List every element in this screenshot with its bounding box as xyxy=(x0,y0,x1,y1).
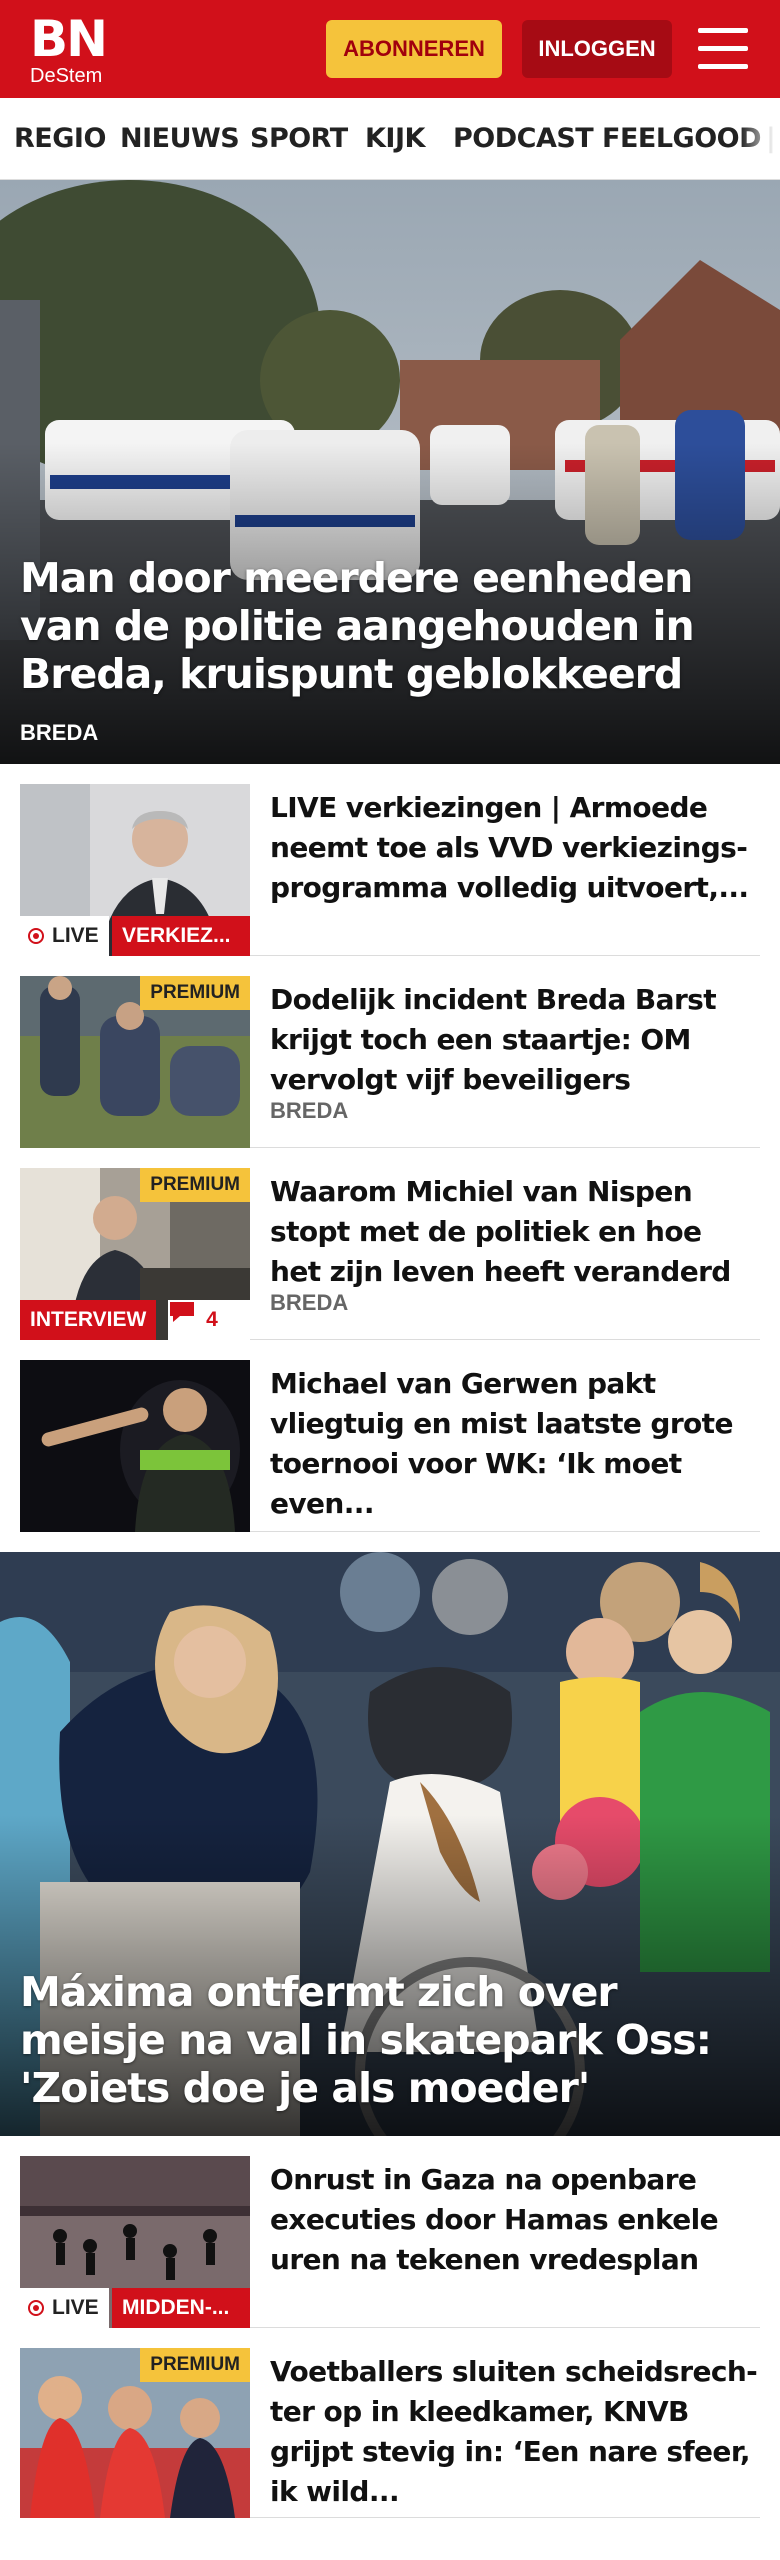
live-label: LIVE xyxy=(52,924,99,947)
logo-sub-text: DeStem xyxy=(30,65,103,87)
thumb-voetballers: PREMIUM xyxy=(20,2348,250,2518)
nav-item-kijk[interactable]: KIJK xyxy=(365,98,425,179)
hamburger-menu-icon[interactable] xyxy=(698,26,750,72)
subscribe-button[interactable]: ABONNEREN xyxy=(326,20,502,78)
live-dot-icon xyxy=(28,2300,44,2316)
teaser-title[interactable]: Dodelijk incident Breda Barst krijgt toc… xyxy=(270,980,760,1100)
live-dot-icon xyxy=(28,928,44,944)
thumb-van-nispen: PREMIUM INTERVIEW 4 xyxy=(20,1168,250,1340)
site-logo[interactable]: BN DeStem xyxy=(30,14,110,86)
article-teaser[interactable]: PREMIUM Voetballers sluiten scheidsrech-… xyxy=(20,2348,760,2518)
teaser-title[interactable]: Michael van Gerwen pakt vliegtuig en mis… xyxy=(270,1364,760,1524)
thumb-breda-barst: PREMIUM xyxy=(20,976,250,1148)
teaser-title[interactable]: Voetballers sluiten scheidsrech-ter op i… xyxy=(270,2352,760,2512)
live-indicator: LIVE xyxy=(20,916,109,956)
live-label: LIVE xyxy=(52,2296,99,2319)
thumb-image xyxy=(20,1360,250,1532)
comments-indicator[interactable]: 4 xyxy=(168,1300,250,1340)
teaser-title[interactable]: Waarom Michiel van Nispen stopt met de p… xyxy=(270,1172,760,1292)
teaser-title[interactable]: Onrust in Gaza na openbare executies doo… xyxy=(270,2160,760,2280)
login-button[interactable]: INLOGGEN xyxy=(522,20,672,78)
premium-badge: PREMIUM xyxy=(140,2348,250,2382)
nav-item-sport[interactable]: SPORT xyxy=(250,98,348,179)
teaser-region-tag: BREDA xyxy=(270,1290,349,1315)
nav-item-podcast[interactable]: PODCAST xyxy=(453,98,594,179)
hero-region-tag: BREDA xyxy=(20,720,99,745)
nav-item-nieuws[interactable]: NIEUWS xyxy=(120,98,240,179)
nav-item-feelgood[interactable]: FEELGOOD xyxy=(602,98,762,179)
live-indicator: LIVE xyxy=(20,2288,109,2328)
thumb-verkiezingen: LIVE VERKIEZ... xyxy=(20,784,250,956)
category-label: VERKIEZ... xyxy=(112,916,250,956)
logo-main-text: BN xyxy=(30,10,108,68)
thumb-van-gerwen xyxy=(20,1360,250,1532)
thumb-gaza: LIVE MIDDEN-... xyxy=(20,2156,250,2328)
nav-item-regio[interactable]: REGIO xyxy=(14,98,106,179)
comment-count: 4 xyxy=(206,1308,218,1331)
article-teaser[interactable]: Michael van Gerwen pakt vliegtuig en mis… xyxy=(20,1360,760,1532)
hero-title[interactable]: Man door meerdere eenheden van de politi… xyxy=(20,554,760,698)
comment-icon xyxy=(170,1302,194,1322)
teaser-region-tag: BREDA xyxy=(270,1098,349,1123)
article-teaser[interactable]: LIVE MIDDEN-... Onrust in Gaza na openba… xyxy=(20,2156,760,2328)
article-teaser[interactable]: PREMIUM Dodelijk incident Breda Barst kr… xyxy=(20,976,760,1148)
article-teaser[interactable]: LIVE VERKIEZ... LIVE verkiezingen | Armo… xyxy=(20,784,760,956)
section-nav: REGIO NIEUWS SPORT KIJK PODCAST FEELGOOD… xyxy=(0,98,780,180)
hero-article-police[interactable]: Man door meerdere eenheden van de politi… xyxy=(0,180,780,764)
hero-article-maxima[interactable]: Máxima ontfermt zich over meisje na val … xyxy=(0,1552,780,2136)
premium-badge: PREMIUM xyxy=(140,1168,250,1202)
teaser-title[interactable]: LIVE verkiezingen | Armoede neemt toe al… xyxy=(270,788,760,908)
article-teaser[interactable]: PREMIUM INTERVIEW 4 Waarom Michiel van N… xyxy=(20,1168,760,1340)
category-label: MIDDEN-... xyxy=(112,2288,250,2328)
nav-fade xyxy=(740,98,780,179)
premium-badge: PREMIUM xyxy=(140,976,250,1010)
interview-label: INTERVIEW xyxy=(20,1300,157,1340)
hero-title[interactable]: Máxima ontfermt zich over meisje na val … xyxy=(20,1968,760,2112)
top-header: BN DeStem ABONNEREN INLOGGEN xyxy=(0,0,780,98)
